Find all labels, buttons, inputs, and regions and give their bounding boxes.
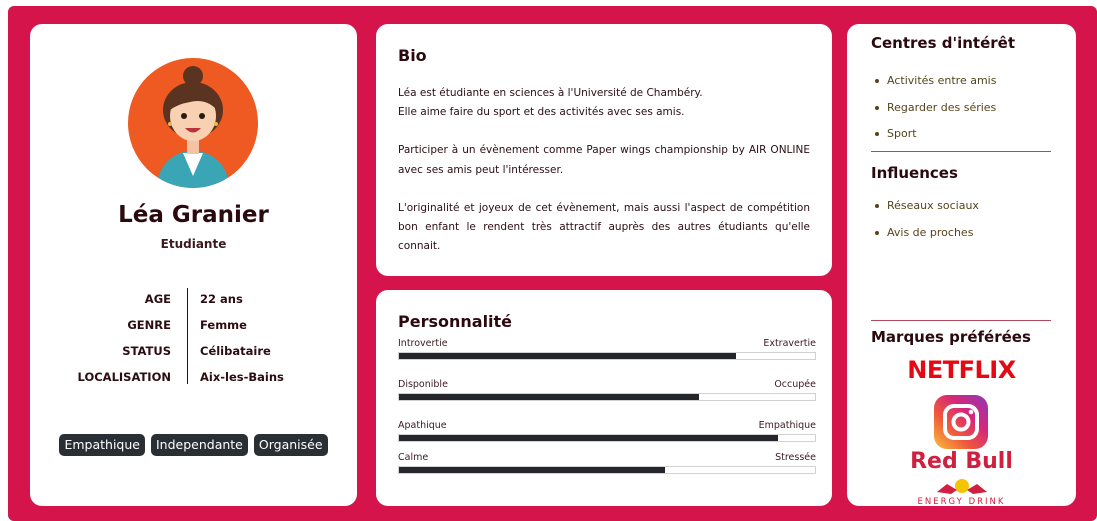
list-item: Avis de proches [875,226,979,253]
fact-row-location: LOCALISATION Aix-les-Bains [30,366,357,392]
brands-title: Marques préférées [871,328,1031,346]
trait-right-label: Empathique [758,420,816,431]
personality-card: Personnalité Introvertie Extravertie Dis… [376,290,832,506]
red-bull-bulls-icon [935,476,989,498]
trait-apathetic-empathetic: Apathique Empathique [398,420,816,450]
tag-badge: Organisée [253,434,328,456]
list-item: Réseaux sociaux [875,199,979,226]
trait-introvert-extravert: Introvertie Extravertie [398,338,816,368]
trait-calm-stressed: Calme Stressée [398,452,816,482]
avatar [128,58,258,188]
bio-text: Léa est étudiante en sciences à l'Univer… [398,84,810,275]
interests-title: Centres d'intérêt [871,34,1015,52]
fact-value: Aix-les-Bains [200,370,284,384]
trait-bar [398,352,816,360]
netflix-logo: NETFLIX [907,356,1016,384]
fact-value: Femme [200,318,247,332]
trait-right-label: Stressée [775,452,816,463]
fact-row-gender: GENRE Femme [30,314,357,340]
bio-paragraph: L'originalité et joyeux de cet évènement… [398,201,810,253]
trait-bar-fill [399,394,699,400]
profile-role: Etudiante [160,237,227,251]
trait-bar-fill [399,467,666,473]
trait-available-busy: Disponible Occupée [398,379,816,409]
fact-row-status: STATUS Célibataire [30,340,357,366]
fact-row-age: AGE 22 ans [30,288,357,314]
bio-paragraph: Participer à un évènement comme Paper wi… [398,144,810,176]
tag-badge: Empathique [59,434,145,456]
trait-bar-fill [399,435,778,441]
list-item: Activités entre amis [875,74,996,101]
bio-paragraph: Léa est étudiante en sciences à l'Univer… [398,87,703,119]
trait-bar-fill [399,353,736,359]
bio-card: Bio Léa est étudiante en sciences à l'Un… [376,24,832,276]
list-item: Sport [875,127,996,154]
section-divider [871,320,1051,321]
profile-card: Léa Granier Etudiante AGE 22 ans GENRE F… [30,24,357,506]
profile-facts: AGE 22 ans GENRE Femme STATUS Célibatair… [30,288,357,392]
fact-value: Célibataire [200,344,271,358]
profile-name: Léa Granier [118,202,269,228]
fact-label: AGE [144,292,171,306]
trait-left-label: Disponible [398,379,448,390]
interests-list: Activités entre amis Regarder des séries… [875,74,996,154]
trait-bar [398,434,816,442]
tag-badge: Independante [150,434,248,456]
side-card: Centres d'intérêt Activités entre amis R… [847,24,1076,507]
avatar-illustration-icon [156,66,230,188]
fact-label: STATUS [122,344,171,358]
fact-value: 22 ans [200,292,243,306]
trait-tags: Empathique Independante Organisée [30,434,357,456]
personality-title: Personnalité [398,312,513,331]
trait-bar [398,466,816,474]
instagram-logo-icon [934,395,988,449]
influences-title: Influences [871,164,958,182]
bio-title: Bio [398,46,427,65]
facts-divider [187,288,188,384]
section-divider [871,151,1051,152]
fact-label: GENRE [127,318,171,332]
page-frame: Léa Granier Etudiante AGE 22 ans GENRE F… [8,6,1097,521]
influences-list: Réseaux sociaux Avis de proches [875,199,979,252]
trait-left-label: Apathique [398,420,447,431]
trait-right-label: Occupée [774,379,816,390]
trait-bar [398,393,816,401]
redbull-logo: Red Bull [910,449,1013,474]
trait-right-label: Extravertie [763,338,816,349]
trait-left-label: Introvertie [398,338,448,349]
trait-left-label: Calme [398,452,429,463]
list-item: Regarder des séries [875,101,996,128]
fact-label: LOCALISATION [77,370,171,384]
redbull-tagline: ENERGY DRINK [917,497,1006,507]
